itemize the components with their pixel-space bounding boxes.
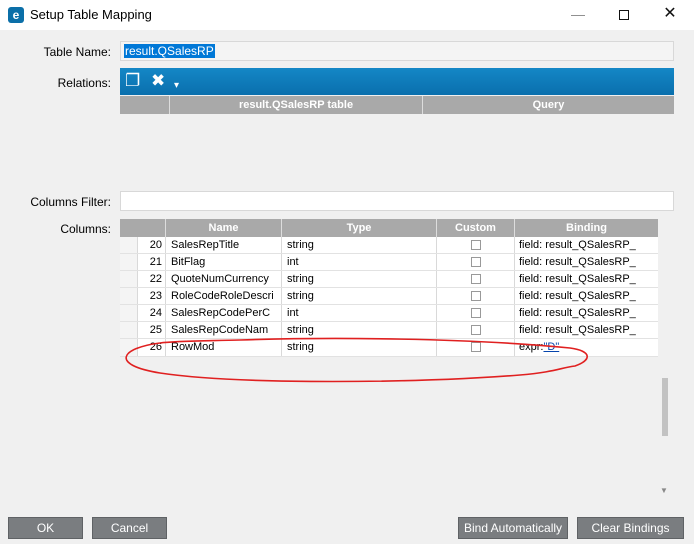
table-name-field[interactable]: result.QSalesRP <box>120 41 674 61</box>
columns-header-selector <box>120 219 166 237</box>
row-number: 23 <box>138 288 166 304</box>
columns-grid-header: Name Type Custom Binding <box>120 219 658 237</box>
ok-button[interactable]: OK <box>8 517 83 539</box>
columns-header-binding[interactable]: Binding <box>515 219 658 237</box>
columns-scrollbar-thumb[interactable] <box>662 378 668 436</box>
columns-header-name[interactable]: Name <box>166 219 282 237</box>
binding-cell[interactable]: field: result_QSalesRP_ <box>515 305 658 321</box>
column-type-cell[interactable]: string <box>282 322 437 338</box>
columns-header-type[interactable]: Type <box>282 219 437 237</box>
column-type-cell[interactable]: int <box>282 305 437 321</box>
binding-cell[interactable]: expr:"D" <box>515 339 658 356</box>
close-icon: ✕ <box>663 5 677 22</box>
column-name-cell[interactable]: BitFlag <box>166 254 282 270</box>
table-row[interactable]: 26 RowMod string expr:"D" <box>120 339 658 357</box>
relations-label: Relations: <box>57 76 111 90</box>
relations-grid-body[interactable] <box>120 114 674 184</box>
table-row[interactable]: 25 SalesRepCodeNam string field: result_… <box>120 322 658 339</box>
setup-table-mapping-dialog: e Setup Table Mapping — ✕ Table Name: re… <box>0 0 694 544</box>
custom-checkbox[interactable] <box>470 342 481 352</box>
binding-cell[interactable]: field: result_QSalesRP_ <box>515 254 658 270</box>
table-row[interactable]: 21 BitFlag int field: result_QSalesRP_ <box>120 254 658 271</box>
window-title: Setup Table Mapping <box>30 7 152 22</box>
custom-cell <box>437 288 515 304</box>
row-number: 21 <box>138 254 166 270</box>
columns-label: Columns: <box>60 222 111 236</box>
column-type-cell[interactable]: string <box>282 288 437 304</box>
relations-header-table[interactable]: result.QSalesRP table <box>170 96 423 114</box>
custom-cell <box>437 271 515 287</box>
row-number: 24 <box>138 305 166 321</box>
minimize-icon: — <box>571 6 585 22</box>
row-selector[interactable] <box>120 305 138 321</box>
row-number: 20 <box>138 237 166 253</box>
custom-checkbox[interactable] <box>470 291 481 301</box>
table-row[interactable]: 23 RoleCodeRoleDescri string field: resu… <box>120 288 658 305</box>
dropdown-icon[interactable]: ▾ <box>174 76 179 96</box>
table-name-label: Table Name: <box>43 45 111 59</box>
table-row[interactable]: 24 SalesRepCodePerC int field: result_QS… <box>120 305 658 322</box>
row-selector[interactable] <box>120 254 138 270</box>
columns-filter-label: Columns Filter: <box>30 195 111 209</box>
minimize-button[interactable]: — <box>555 0 601 30</box>
binding-cell[interactable]: field: result_QSalesRP_ <box>515 288 658 304</box>
title-bar: e Setup Table Mapping — ✕ <box>0 0 694 30</box>
row-selector[interactable] <box>120 322 138 338</box>
new-icon[interactable]: ❐ <box>125 71 140 91</box>
relations-header-query[interactable]: Query <box>423 96 674 114</box>
custom-checkbox[interactable] <box>470 257 481 267</box>
column-type-cell[interactable]: string <box>282 339 437 356</box>
close-button[interactable]: ✕ <box>647 0 693 30</box>
cancel-button[interactable]: Cancel <box>92 517 167 539</box>
column-name-cell[interactable]: RoleCodeRoleDescri <box>166 288 282 304</box>
row-selector[interactable] <box>120 271 138 287</box>
relations-toolbar: ❐ ✖ ▾ <box>120 68 674 95</box>
column-name-cell[interactable]: RowMod <box>166 339 282 356</box>
row-selector[interactable] <box>120 237 138 253</box>
row-number: 22 <box>138 271 166 287</box>
delete-icon[interactable]: ✖ <box>151 71 165 91</box>
binding-expr-prefix: expr: <box>519 341 544 353</box>
custom-cell <box>437 237 515 253</box>
custom-cell <box>437 339 515 356</box>
row-selector[interactable] <box>120 288 138 304</box>
row-number: 26 <box>138 339 166 356</box>
clear-bindings-button[interactable]: Clear Bindings <box>577 517 684 539</box>
columns-filter-input[interactable] <box>120 191 674 211</box>
columns-header-custom[interactable]: Custom <box>437 219 515 237</box>
custom-cell <box>437 254 515 270</box>
column-name-cell[interactable]: SalesRepTitle <box>166 237 282 253</box>
custom-cell <box>437 322 515 338</box>
custom-checkbox[interactable] <box>470 325 481 335</box>
table-row[interactable]: 20 SalesRepTitle string field: result_QS… <box>120 237 658 254</box>
binding-cell[interactable]: field: result_QSalesRP_ <box>515 271 658 287</box>
column-type-cell[interactable]: string <box>282 237 437 253</box>
row-selector[interactable] <box>120 339 138 356</box>
relations-header-selector <box>120 96 170 114</box>
binding-cell[interactable]: field: result_QSalesRP_ <box>515 237 658 253</box>
column-name-cell[interactable]: SalesRepCodeNam <box>166 322 282 338</box>
bind-automatically-button[interactable]: Bind Automatically <box>458 517 568 539</box>
binding-expr-link[interactable]: "D" <box>543 341 559 353</box>
custom-checkbox[interactable] <box>470 308 481 318</box>
column-name-cell[interactable]: SalesRepCodePerC <box>166 305 282 321</box>
column-type-cell[interactable]: string <box>282 271 437 287</box>
column-name-cell[interactable]: QuoteNumCurrency <box>166 271 282 287</box>
custom-cell <box>437 305 515 321</box>
table-row[interactable]: 22 QuoteNumCurrency string field: result… <box>120 271 658 288</box>
relations-grid-header: result.QSalesRP table Query <box>120 96 674 114</box>
row-number: 25 <box>138 322 166 338</box>
custom-checkbox[interactable] <box>470 240 481 250</box>
binding-cell[interactable]: field: result_QSalesRP_ <box>515 322 658 338</box>
columns-grid-body: 20 SalesRepTitle string field: result_QS… <box>120 237 658 357</box>
scroll-down-icon[interactable]: ▼ <box>660 486 668 495</box>
column-type-cell[interactable]: int <box>282 254 437 270</box>
custom-checkbox[interactable] <box>470 274 481 284</box>
maximize-icon <box>619 10 629 21</box>
table-name-value: result.QSalesRP <box>124 44 215 58</box>
maximize-button[interactable] <box>601 0 647 30</box>
app-logo-icon: e <box>8 7 24 23</box>
